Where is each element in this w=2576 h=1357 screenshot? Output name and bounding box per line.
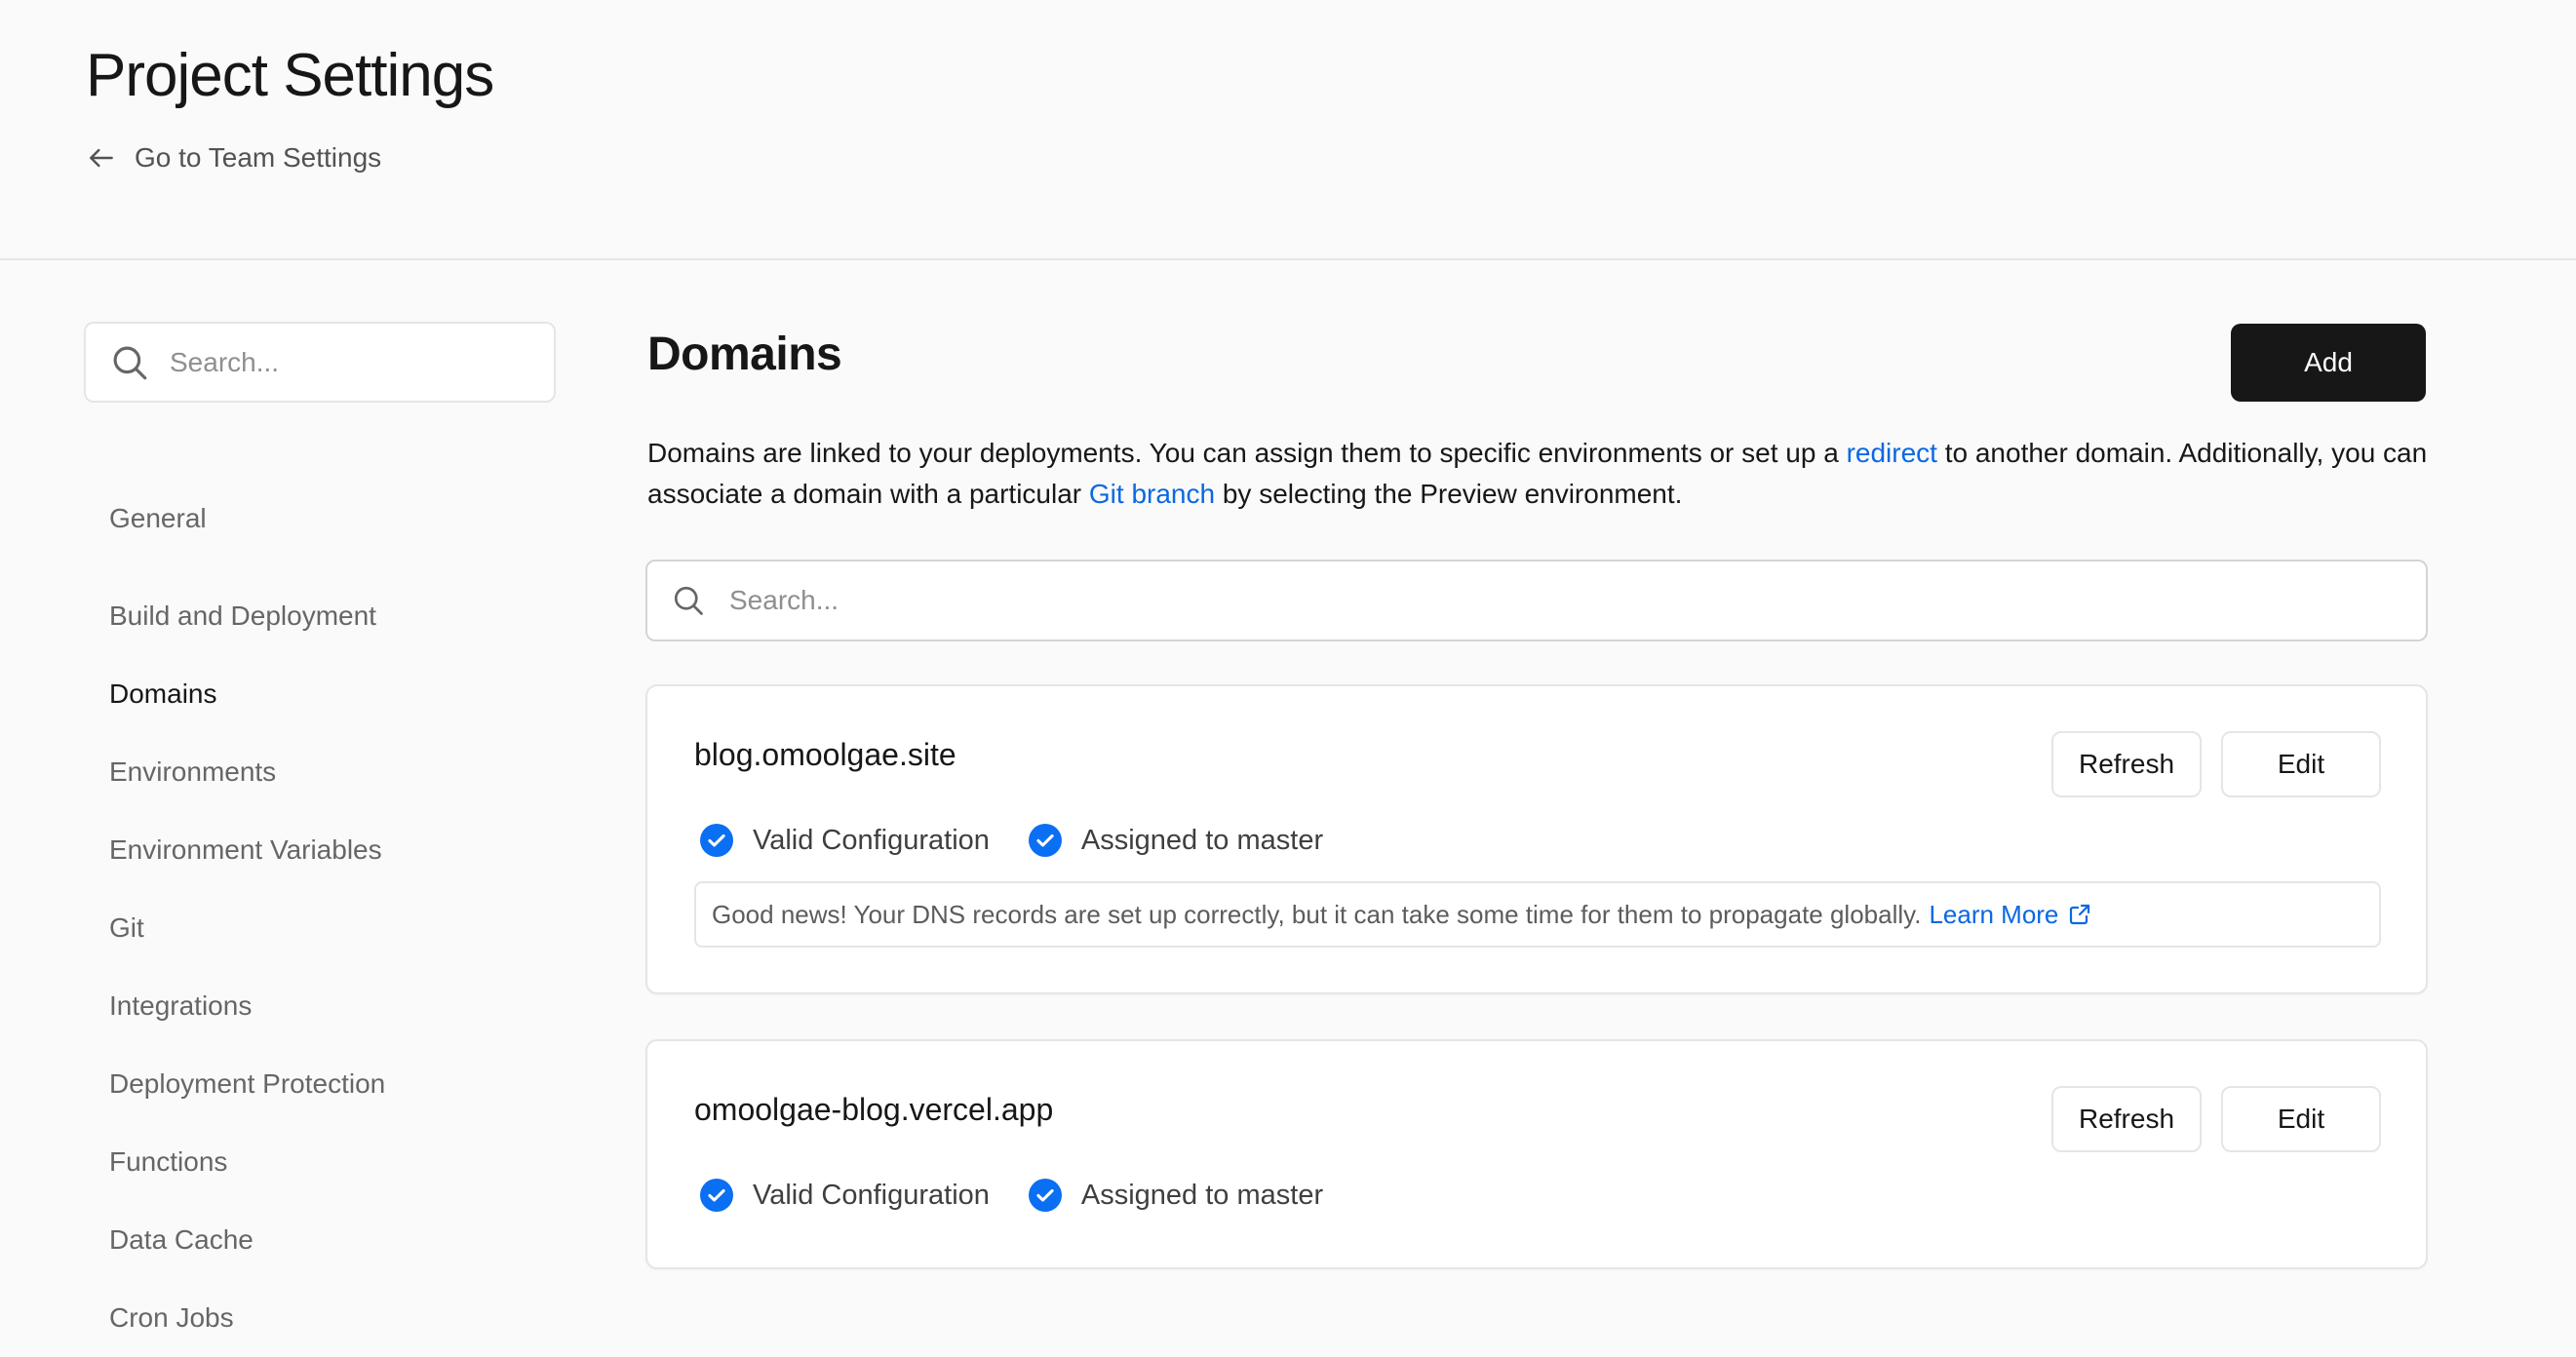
valid-configuration-status: Valid Configuration <box>700 1179 990 1212</box>
search-icon <box>674 586 703 615</box>
status-label: Valid Configuration <box>753 1179 990 1211</box>
settings-nav: General Build and Deployment Domains Env… <box>109 499 538 1357</box>
check-circle-icon <box>1028 824 1062 857</box>
domain-name: blog.omoolgae.site <box>694 737 956 772</box>
check-circle-icon <box>700 1179 733 1212</box>
status-label: Valid Configuration <box>753 824 990 856</box>
sidebar-item-deployment-protection[interactable]: Deployment Protection <box>109 1045 538 1123</box>
refresh-button[interactable]: Refresh <box>2051 1086 2202 1152</box>
status-label: Assigned to master <box>1080 824 1324 856</box>
sidebar-item-environments[interactable]: Environments <box>109 733 538 811</box>
page-title: Project Settings <box>86 42 494 109</box>
status-label: Assigned to master <box>1080 1179 1324 1211</box>
redirect-link[interactable]: redirect <box>1847 438 1937 468</box>
assigned-branch-status: Assigned to master <box>1028 1179 1324 1212</box>
sidebar-item-general[interactable]: General <box>109 499 538 538</box>
sidebar-search <box>84 322 556 403</box>
section-title: Domains <box>647 329 842 380</box>
domain-name: omoolgae-blog.vercel.app <box>694 1092 1054 1127</box>
add-domain-button[interactable]: Add <box>2231 324 2426 402</box>
valid-configuration-status: Valid Configuration <box>700 824 990 857</box>
arrow-left-icon <box>90 148 113 168</box>
learn-more-label: Learn More <box>1929 899 2059 929</box>
sidebar-item-integrations[interactable]: Integrations <box>109 967 538 1045</box>
external-link-icon <box>2070 904 2090 925</box>
sidebar-item-git[interactable]: Git <box>109 889 538 967</box>
edit-button[interactable]: Edit <box>2221 731 2381 797</box>
dns-propagation-note: Good news! Your DNS records are set up c… <box>694 881 2381 948</box>
assigned-branch-status: Assigned to master <box>1028 824 1324 857</box>
search-icon <box>113 346 147 379</box>
sidebar-item-cron-jobs[interactable]: Cron Jobs <box>109 1279 538 1357</box>
sidebar-item-environment-variables[interactable]: Environment Variables <box>109 811 538 889</box>
page-header: Project Settings Go to Team Settings <box>0 0 2576 260</box>
edit-button[interactable]: Edit <box>2221 1086 2381 1152</box>
dns-note-text: Good news! Your DNS records are set up c… <box>712 899 1922 929</box>
learn-more-link[interactable]: Learn More <box>1929 900 2091 930</box>
check-circle-icon <box>1028 1179 1062 1212</box>
sidebar-item-data-cache[interactable]: Data Cache <box>109 1201 538 1279</box>
section-description: Domains are linked to your deployments. … <box>647 433 2461 515</box>
git-branch-link[interactable]: Git branch <box>1089 479 1215 509</box>
go-to-team-settings-link[interactable]: Go to Team Settings <box>86 138 381 177</box>
sidebar-item-domains[interactable]: Domains <box>109 655 538 733</box>
back-link-label: Go to Team Settings <box>135 142 382 173</box>
description-text: by selecting the Preview environment. <box>1215 479 1683 509</box>
domain-search <box>645 560 2428 641</box>
sidebar-item-build-and-deployment[interactable]: Build and Deployment <box>109 577 538 655</box>
domain-search-input[interactable] <box>729 585 2426 616</box>
sidebar-search-input[interactable] <box>170 346 554 378</box>
status-row: Valid Configuration Assigned to master <box>700 1176 1362 1215</box>
refresh-button[interactable]: Refresh <box>2051 731 2202 797</box>
domain-card: blog.omoolgae.site Refresh Edit Valid Co… <box>645 684 2428 994</box>
check-circle-icon <box>700 824 733 857</box>
description-text: Domains are linked to your deployments. … <box>647 438 1847 468</box>
status-row: Valid Configuration Assigned to master <box>700 821 1362 860</box>
sidebar-item-functions[interactable]: Functions <box>109 1123 538 1201</box>
domain-card: omoolgae-blog.vercel.app Refresh Edit Va… <box>645 1039 2428 1269</box>
